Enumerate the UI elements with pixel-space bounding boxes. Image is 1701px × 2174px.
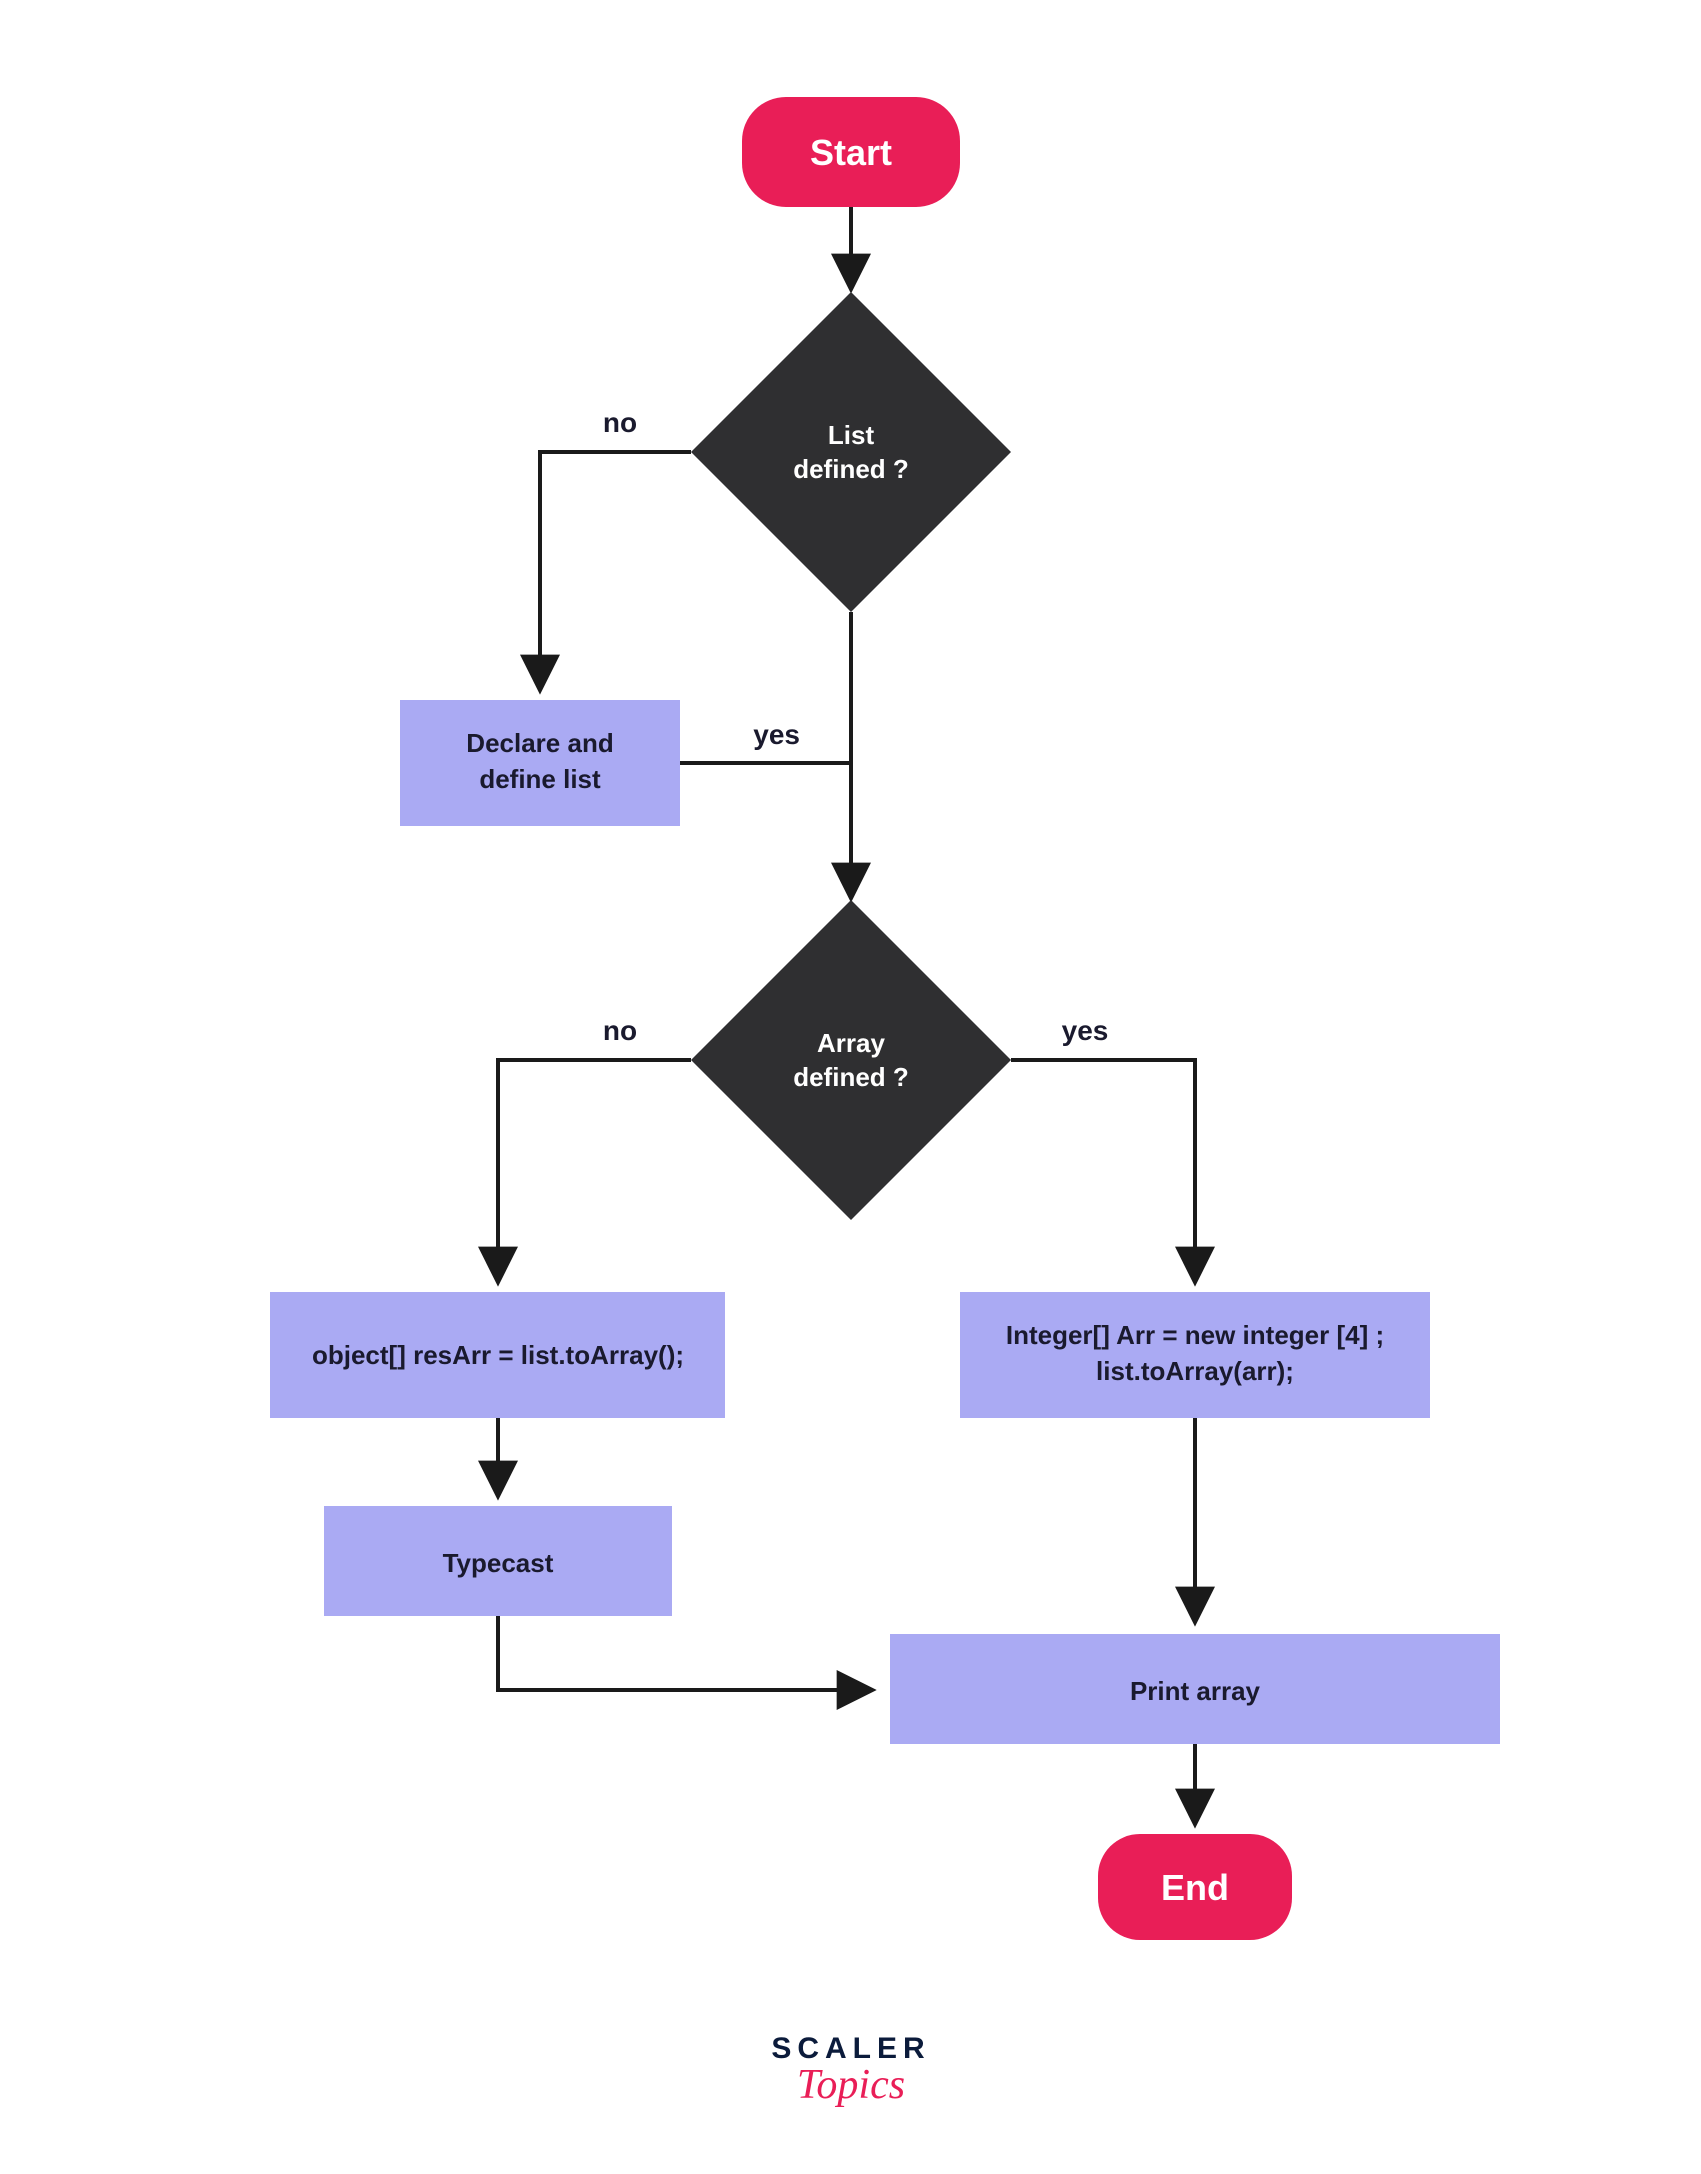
edge-typecast-print <box>498 1616 870 1690</box>
flowchart-canvas: Start List defined ? no Declare and defi… <box>0 0 1701 2174</box>
process-print-array: Print array <box>890 1634 1500 1744</box>
end-terminator: End <box>1098 1834 1292 1940</box>
start-terminator: Start <box>742 97 960 207</box>
process-code-right: Integer[] Arr = new integer [4] ; list.t… <box>960 1292 1430 1418</box>
edge-d1-no <box>540 452 691 688</box>
edge-d2-no <box>498 1060 691 1280</box>
code-right-l2: list.toArray(arr); <box>1096 1356 1294 1386</box>
code-left-text: object[] resArr = list.toArray(); <box>312 1340 684 1370</box>
d2-line2: defined ? <box>793 1062 909 1092</box>
process-typecast: Typecast <box>324 1506 672 1616</box>
d1-no-label: no <box>603 407 637 438</box>
decision-list-defined: List defined ? <box>691 292 1011 612</box>
declare-l1: Declare and <box>466 728 613 758</box>
start-label: Start <box>810 132 892 173</box>
d1-line2: defined ? <box>793 454 909 484</box>
process-declare-define: Declare and define list <box>400 700 680 826</box>
edge-d2-yes <box>1011 1060 1195 1280</box>
d2-line1: Array <box>817 1028 885 1058</box>
typecast-text: Typecast <box>443 1548 554 1578</box>
code-right-l1: Integer[] Arr = new integer [4] ; <box>1006 1320 1384 1350</box>
d2-yes-label: yes <box>1062 1015 1109 1046</box>
d1-yes-label: yes <box>753 719 800 750</box>
declare-l2: define list <box>479 764 601 794</box>
print-text: Print array <box>1130 1676 1261 1706</box>
end-label: End <box>1161 1867 1229 1908</box>
d2-no-label: no <box>603 1015 637 1046</box>
process-code-left: object[] resArr = list.toArray(); <box>270 1292 725 1418</box>
d1-line1: List <box>828 420 875 450</box>
brand-line2: Topics <box>797 2062 905 2108</box>
decision-array-defined: Array defined ? <box>691 900 1011 1220</box>
brand-logo: SCALER Topics <box>771 2032 930 2108</box>
brand-line1: SCALER <box>771 2032 930 2065</box>
